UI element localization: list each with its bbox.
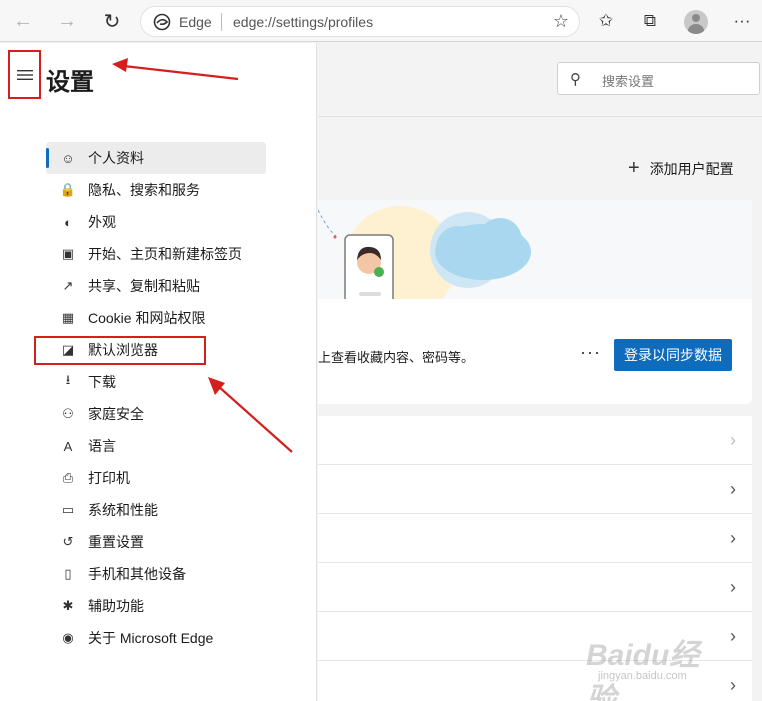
list-item[interactable]: › [318, 416, 752, 465]
page-title: 设置 [46, 69, 94, 96]
sidebar-item-label: 个人资料 [88, 150, 144, 166]
search-input[interactable]: ⚲ 搜索设置 [557, 62, 760, 95]
plus-icon: + [628, 157, 640, 179]
sidebar-item-accessibility[interactable]: ✱ 辅助功能 [46, 590, 266, 622]
address-site-label: Edge [179, 14, 212, 30]
profile-illustration [318, 200, 752, 299]
edge-logo-icon: ◉ [62, 630, 74, 645]
printer-icon: ⎙ [62, 470, 74, 485]
accessibility-icon: ✱ [62, 598, 74, 613]
forward-button[interactable]: → [52, 6, 82, 36]
address-bar[interactable]: Edge edge://settings/profiles ☆ [140, 6, 580, 37]
lock-icon: 🔒 [59, 182, 77, 197]
download-icon: ⭳ [65, 372, 71, 387]
chevron-right-icon: › [730, 528, 736, 548]
sidebar-item-about[interactable]: ◉ 关于 Microsoft Edge [46, 622, 266, 654]
browser-toolbar: ← → ↻ Edge edge://settings/profiles ☆ ✩ … [0, 0, 762, 42]
sidebar-item-appearance[interactable]: ◐ 外观 [46, 206, 266, 238]
address-divider [221, 13, 222, 31]
search-icon: ⚲ [570, 71, 581, 88]
chevron-right-icon: › [730, 626, 736, 646]
share-icon: ↗ [62, 278, 74, 293]
family-icon: ⚇ [62, 406, 74, 421]
sidebar-item-label: 辅助功能 [88, 598, 144, 614]
list-item[interactable]: › [318, 465, 752, 514]
avatar[interactable] [684, 10, 708, 34]
sidebar-item-label: 打印机 [88, 470, 130, 486]
sidebar-item-family[interactable]: ⚇ 家庭安全 [46, 398, 266, 430]
sync-description: 上查看收藏内容、密码等。 [318, 350, 475, 365]
chevron-right-icon: › [730, 675, 736, 695]
add-favorite-icon[interactable]: ☆ [553, 11, 569, 32]
sidebar-item-share[interactable]: ↗ 共享、复制和粘贴 [46, 270, 266, 302]
hamburger-icon [16, 69, 33, 80]
settings-menu: ☺ 个人资料 🔒 隐私、搜索和服务 ◐ 外观 ▣ 开始、主页和新建标签页 ↗ 共… [46, 142, 266, 654]
sidebar-item-label: 开始、主页和新建标签页 [88, 246, 242, 262]
sidebar-item-reset[interactable]: ↺ 重置设置 [46, 526, 266, 558]
sidebar-item-label: 下载 [88, 374, 116, 390]
sidebar-item-start-home[interactable]: ▣ 开始、主页和新建标签页 [46, 238, 266, 270]
back-button[interactable]: ← [8, 6, 38, 36]
list-item[interactable]: › [318, 514, 752, 563]
hamburger-menu-button[interactable] [8, 50, 41, 99]
watermark-sub-text: jingyan.baidu.com [598, 670, 687, 682]
reset-icon: ↺ [62, 534, 74, 549]
refresh-button[interactable]: ↻ [97, 6, 127, 36]
sidebar-item-label: 隐私、搜索和服务 [88, 182, 200, 198]
sidebar-item-label: 外观 [88, 214, 116, 230]
laptop-icon: ▭ [61, 502, 75, 517]
edge-logo-icon [153, 13, 171, 31]
sidebar-item-languages[interactable]: A 语言 [46, 430, 266, 462]
chevron-right-icon: › [730, 430, 736, 450]
watermark-main-text: Baidu经验 [586, 639, 700, 701]
sidebar-item-printers[interactable]: ⎙ 打印机 [46, 462, 266, 494]
sidebar-item-system[interactable]: ▭ 系统和性能 [46, 494, 266, 526]
sign-in-sync-button[interactable]: 登录以同步数据 [614, 339, 732, 371]
phone-icon: ▯ [64, 566, 72, 581]
chevron-right-icon: › [730, 577, 736, 597]
header-divider [318, 116, 762, 117]
search-placeholder: 搜索设置 [602, 74, 655, 89]
sidebar-item-privacy[interactable]: 🔒 隐私、搜索和服务 [46, 174, 266, 206]
chevron-right-icon: › [730, 479, 736, 499]
sidebar-item-label: 语言 [88, 438, 116, 454]
sidebar-item-label: 系统和性能 [88, 502, 158, 518]
sidebar-item-downloads[interactable]: ⭳ 下载 [46, 366, 266, 398]
sidebar-item-label: 手机和其他设备 [88, 566, 186, 582]
more-options-button[interactable]: ··· [580, 342, 601, 363]
collections-icon[interactable]: ⧉ [638, 9, 662, 33]
sidebar-item-label: 共享、复制和粘贴 [88, 278, 200, 294]
sidebar-item-label: 重置设置 [88, 534, 144, 550]
sidebar-item-label: Cookie 和网站权限 [88, 310, 206, 326]
baidu-watermark: Baidu经验 jingyan.baidu.com [586, 630, 726, 701]
favorites-icon[interactable]: ✩ [594, 9, 618, 33]
sidebar-item-phone[interactable]: ▯ 手机和其他设备 [46, 558, 266, 590]
add-profile-label: 添加用户配置 [649, 160, 734, 177]
site-permissions-icon: ▦ [61, 310, 75, 325]
more-menu-icon[interactable]: ··· [730, 9, 754, 33]
add-profile-button[interactable]: + 添加用户配置 [628, 157, 734, 180]
sidebar-item-cookies[interactable]: ▦ Cookie 和网站权限 [46, 302, 266, 334]
address-url[interactable]: edge://settings/profiles [233, 14, 373, 30]
annotation-highlight-box [34, 336, 206, 365]
sidebar-item-label: 关于 Microsoft Edge [88, 630, 214, 646]
palette-icon: ◐ [64, 214, 72, 230]
language-icon: A [63, 438, 73, 454]
profile-card [318, 200, 752, 404]
profile-icon: ☺ [61, 150, 75, 166]
home-tab-icon: ▣ [61, 246, 75, 261]
sidebar-item-profiles[interactable]: ☺ 个人资料 [46, 142, 266, 174]
list-item[interactable]: › [318, 563, 752, 612]
sidebar-item-label: 家庭安全 [88, 406, 144, 422]
